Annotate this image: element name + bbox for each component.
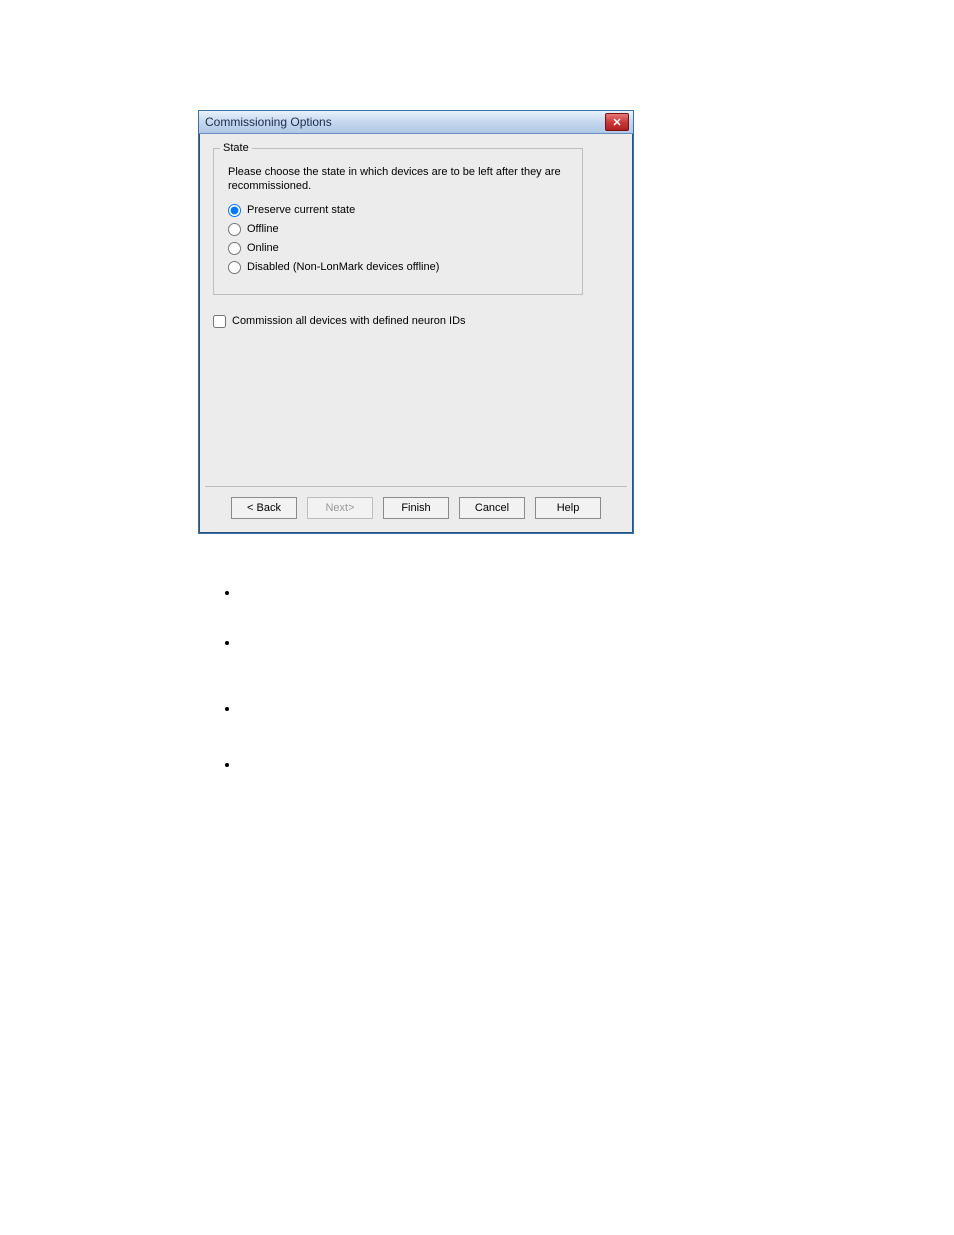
radio-disabled-row[interactable]: Disabled (Non-LonMark devices offline) [228,261,568,274]
radio-preserve-row[interactable]: Preserve current state [228,204,568,217]
groupbox-legend: State [220,142,252,154]
finish-button[interactable]: Finish [383,497,449,519]
commission-all-checkbox[interactable] [213,315,226,328]
bullet-list [200,584,240,806]
state-instruction: Please choose the state in which devices… [228,165,568,194]
back-button[interactable]: < Back [231,497,297,519]
radio-preserve[interactable] [228,204,241,217]
commission-all-row[interactable]: Commission all devices with defined neur… [213,315,619,328]
radio-disabled-label: Disabled (Non-LonMark devices offline) [247,261,439,273]
radio-disabled[interactable] [228,261,241,274]
state-groupbox: State Please choose the state in which d… [213,148,583,295]
radio-online[interactable] [228,242,241,255]
radio-offline-row[interactable]: Offline [228,223,568,236]
next-button: Next> [307,497,373,519]
commission-all-label: Commission all devices with defined neur… [232,315,466,327]
help-button[interactable]: Help [535,497,601,519]
commissioning-options-dialog: Commissioning Options State Please choos… [198,110,634,534]
radio-preserve-label: Preserve current state [247,204,355,216]
button-row: < Back Next> Finish Cancel Help [199,487,633,533]
radio-offline[interactable] [228,223,241,236]
dialog-title: Commissioning Options [205,115,332,129]
radio-offline-label: Offline [247,223,279,235]
radio-online-label: Online [247,242,279,254]
close-icon [613,118,621,126]
title-bar: Commissioning Options [199,111,633,134]
radio-online-row[interactable]: Online [228,242,568,255]
cancel-button[interactable]: Cancel [459,497,525,519]
close-button[interactable] [605,113,629,131]
